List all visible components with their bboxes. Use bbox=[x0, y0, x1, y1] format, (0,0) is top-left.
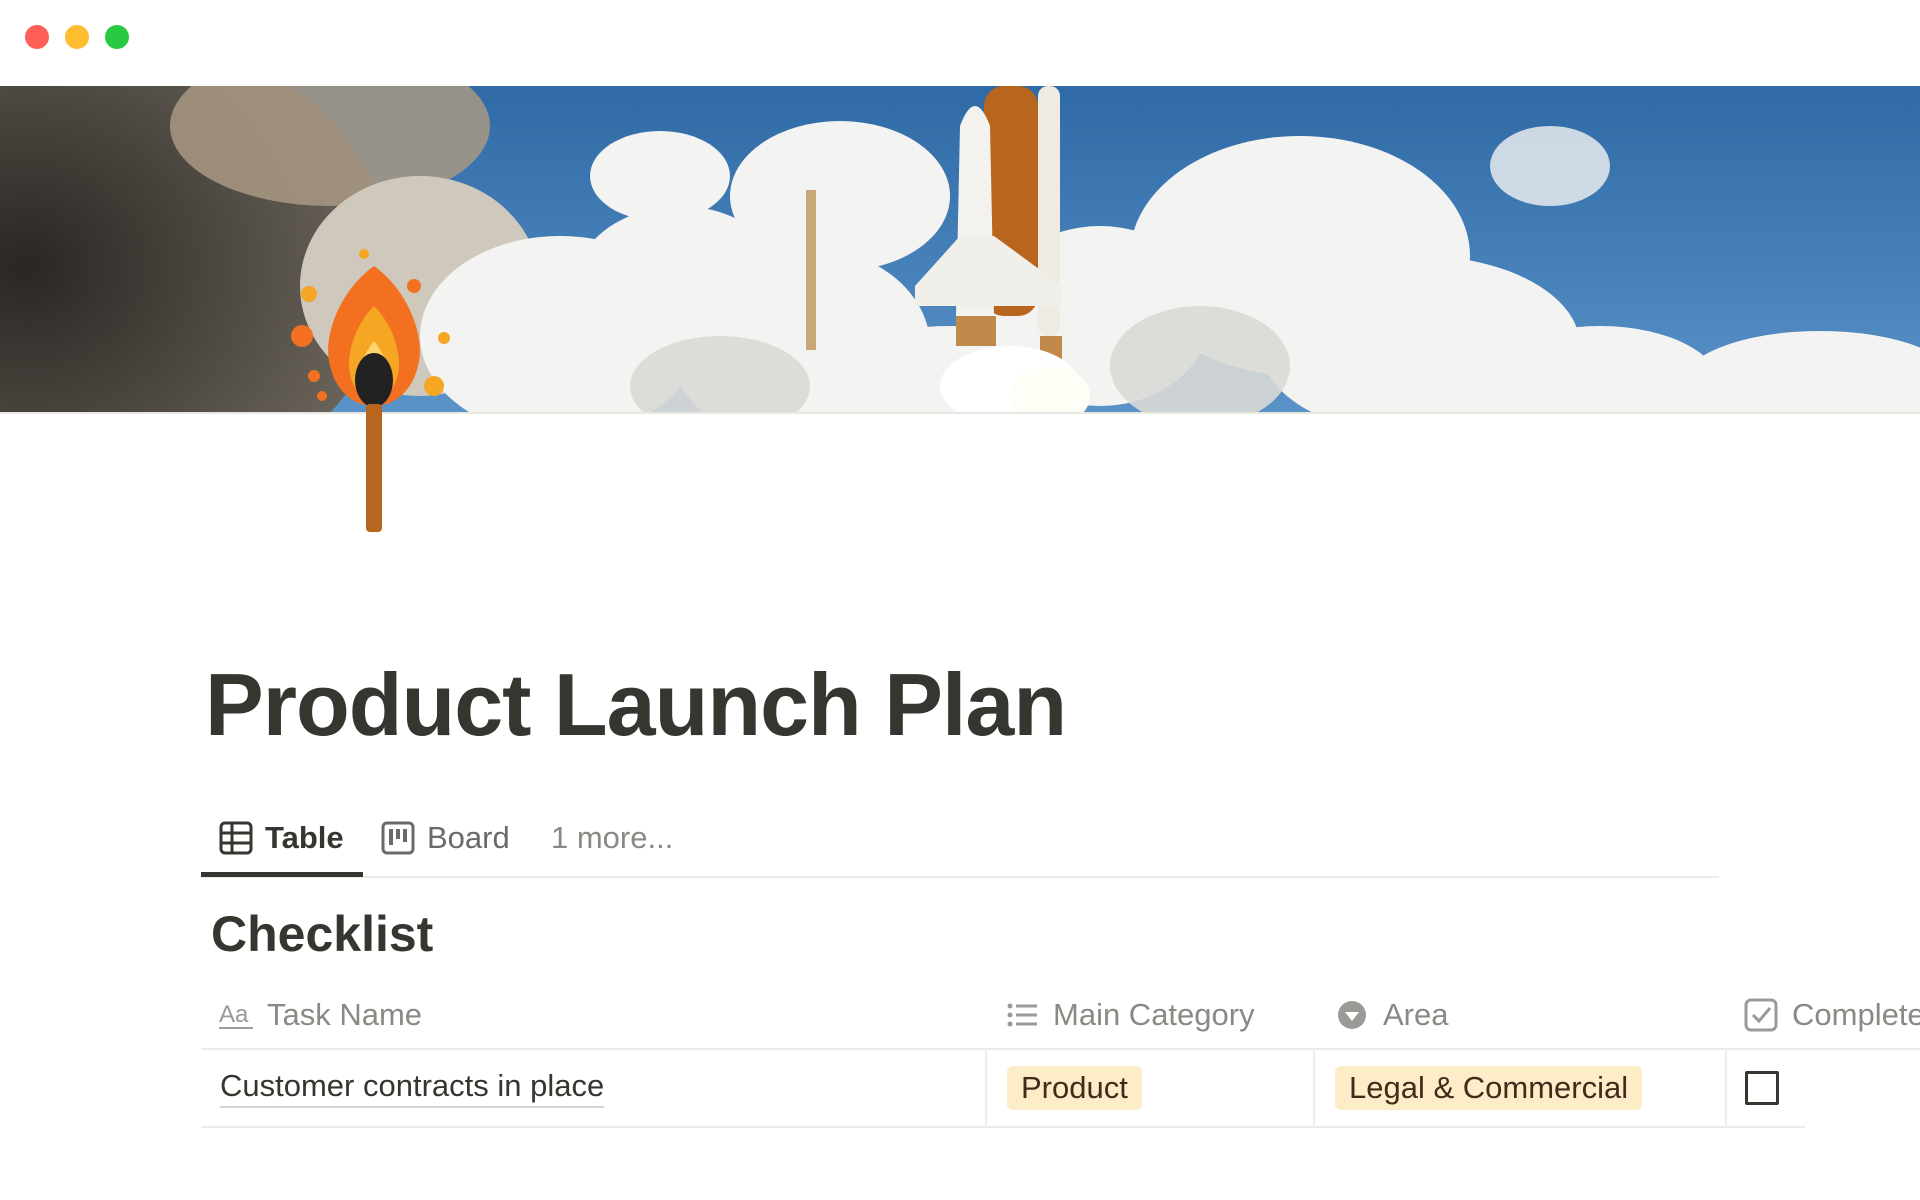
app-window: Product Launch Plan Table Board 1 more..… bbox=[0, 0, 1920, 1200]
more-views-button[interactable]: 1 more... bbox=[551, 800, 673, 876]
column-header-task-name[interactable]: Aa Task Name bbox=[219, 982, 422, 1048]
column-label: Main Category bbox=[1053, 997, 1255, 1032]
svg-text:Aa: Aa bbox=[219, 1001, 249, 1028]
area-tag: Legal & Commercial bbox=[1335, 1066, 1643, 1110]
area-cell[interactable]: Legal & Commercial bbox=[1313, 1050, 1725, 1126]
tab-table-label: Table bbox=[265, 820, 344, 855]
minimize-window-button[interactable] bbox=[65, 25, 89, 49]
list-property-icon bbox=[1005, 998, 1039, 1032]
tab-board[interactable]: Board bbox=[381, 800, 510, 876]
table-row[interactable]: Customer contracts in place Product Lega… bbox=[201, 1050, 1805, 1128]
checklist-table: Aa Task Name Main Category Area Complete… bbox=[201, 982, 1920, 1128]
task-name-cell[interactable]: Customer contracts in place bbox=[201, 1050, 985, 1126]
task-name-link[interactable]: Customer contracts in place bbox=[220, 1068, 605, 1108]
category-tag: Product bbox=[1007, 1066, 1142, 1110]
column-header-complete[interactable]: Complete bbox=[1744, 982, 1920, 1048]
column-label: Complete bbox=[1792, 997, 1920, 1032]
column-header-main-category[interactable]: Main Category bbox=[1005, 982, 1255, 1048]
view-tabs: Table Board 1 more... bbox=[201, 800, 1719, 878]
column-label: Area bbox=[1383, 997, 1449, 1032]
maximize-window-button[interactable] bbox=[105, 25, 129, 49]
column-header-area[interactable]: Area bbox=[1335, 982, 1448, 1048]
table-header: Aa Task Name Main Category Area Complete bbox=[201, 982, 1920, 1050]
close-window-button[interactable] bbox=[25, 25, 49, 49]
tab-board-label: Board bbox=[427, 820, 510, 855]
tab-table[interactable]: Table bbox=[219, 800, 344, 876]
table-icon bbox=[219, 821, 253, 855]
text-property-icon: Aa bbox=[219, 998, 253, 1032]
checkbox-property-icon bbox=[1744, 998, 1778, 1032]
main-category-cell[interactable]: Product bbox=[985, 1050, 1313, 1126]
board-icon bbox=[381, 821, 415, 855]
database-title[interactable]: Checklist bbox=[211, 904, 433, 964]
page-title[interactable]: Product Launch Plan bbox=[205, 650, 1067, 760]
complete-checkbox[interactable] bbox=[1745, 1071, 1779, 1105]
title-bar bbox=[0, 0, 1920, 86]
complete-cell bbox=[1725, 1050, 1805, 1126]
select-property-icon bbox=[1335, 998, 1369, 1032]
match-flame-icon[interactable] bbox=[284, 246, 464, 536]
active-tab-indicator bbox=[201, 872, 363, 877]
column-label: Task Name bbox=[267, 997, 423, 1032]
